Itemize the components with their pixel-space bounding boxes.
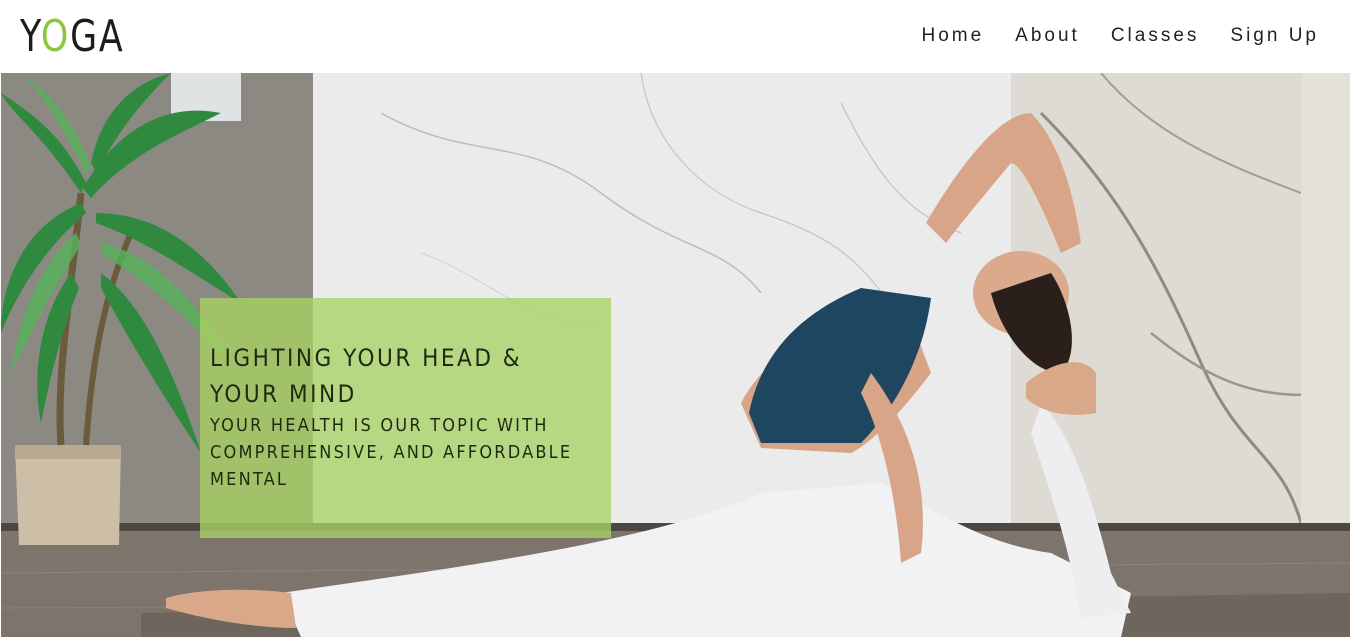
nav-signup-link[interactable]: Sign Up xyxy=(1230,25,1319,47)
hero-section: LIGHTING YOUR HEAD & YOUR MIND YOUR HEAL… xyxy=(1,73,1350,637)
nav-home-link[interactable]: Home xyxy=(921,25,984,47)
site-logo[interactable]: YOGA xyxy=(20,12,124,62)
nav-classes-link[interactable]: Classes xyxy=(1111,25,1200,47)
hero-subheading: YOUR HEALTH IS OUR TOPIC WITH COMPREHENS… xyxy=(210,415,573,490)
site-header: YOGA Home About Classes Sign Up xyxy=(0,0,1351,73)
main-nav: Home About Classes Sign Up xyxy=(921,22,1319,50)
logo-letters-ga: GA xyxy=(70,11,125,62)
logo-letter-o: O xyxy=(40,11,71,62)
nav-about-link[interactable]: About xyxy=(1015,25,1080,47)
hero-heading: LIGHTING YOUR HEAD & YOUR MIND xyxy=(210,344,523,408)
hero-text-box: LIGHTING YOUR HEAD & YOUR MIND YOUR HEAL… xyxy=(200,298,611,538)
logo-letter-y: Y xyxy=(20,11,41,62)
